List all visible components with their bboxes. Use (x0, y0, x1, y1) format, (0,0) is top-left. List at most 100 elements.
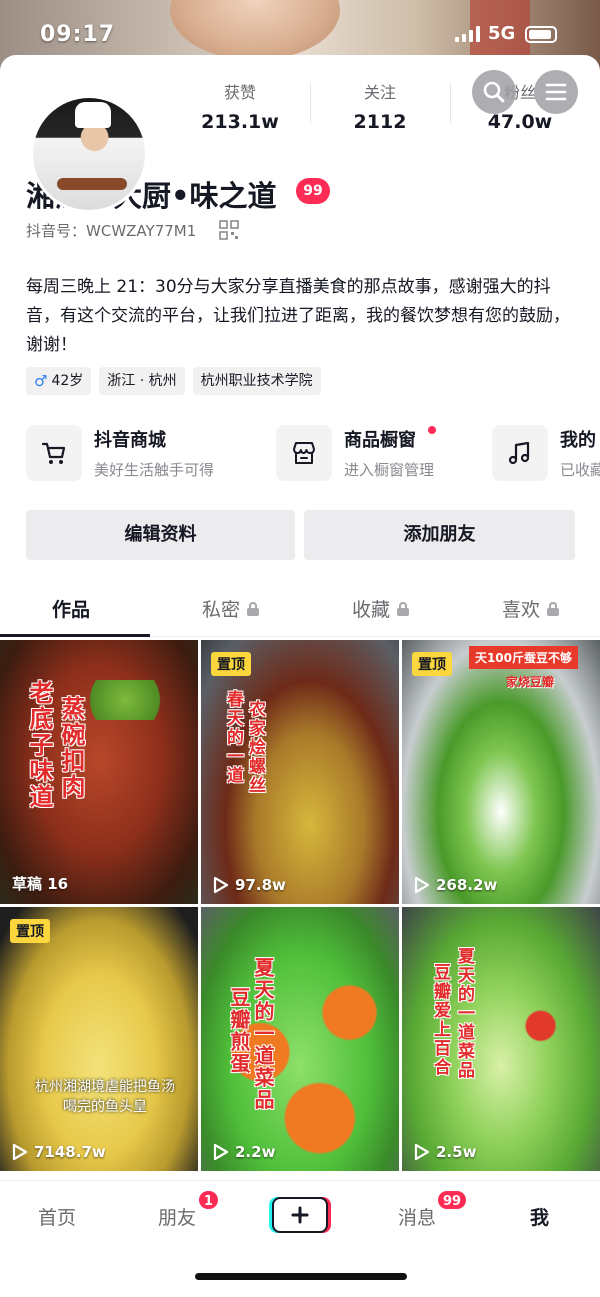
pinned-badge: 置顶 (10, 919, 50, 943)
tab-private[interactable]: 私密 (202, 595, 260, 622)
service-icon-box (492, 425, 548, 481)
view-count-value: 2.2w (235, 1143, 276, 1161)
stat-following[interactable]: 关注 2112 (310, 75, 450, 135)
nav-messages[interactable]: 消息 (398, 1203, 436, 1230)
view-count-value: 97.8w (235, 876, 286, 894)
video-overlay-text: 农家烩螺丝 (245, 700, 265, 795)
video-banner: 天100斤蚕豆不够 (468, 646, 578, 669)
service-text: 我的 已收藏 (560, 426, 600, 480)
stat-value: 2112 (353, 111, 407, 133)
service-subtitle: 已收藏 (560, 461, 600, 479)
pinned-badge: 置顶 (412, 652, 452, 676)
tab-label: 收藏 (352, 599, 391, 621)
view-count-value: 7148.7w (34, 1143, 106, 1161)
video-tile[interactable]: 夏天的一道菜品 豆瓣煎蛋 2.2w (201, 907, 399, 1171)
tab-label: 私密 (202, 599, 241, 621)
douyin-id-label: 抖音号： (26, 222, 87, 240)
service-text: 抖音商城 美好生活触手可得 (94, 426, 214, 480)
video-overlay-text: 夏天的一道菜品 (454, 947, 474, 1080)
stat-value: 213.1w (201, 111, 279, 133)
signal-icon (455, 26, 481, 42)
pinned-badge: 置顶 (211, 652, 251, 676)
avatar-image (33, 98, 145, 210)
service-text: 商品橱窗 进入橱窗管理 (344, 426, 436, 480)
add-friend-button[interactable]: 添加朋友 (304, 510, 575, 560)
battery-icon (525, 26, 557, 43)
video-tile[interactable]: 置顶 春天的一道 农家烩螺丝 97.8w (201, 640, 399, 904)
service-title: 商品橱窗 (344, 430, 416, 451)
plus-icon (291, 1206, 309, 1224)
music-icon (508, 441, 530, 465)
qr-code-icon[interactable] (219, 220, 239, 240)
tab-indicator (0, 634, 150, 637)
male-icon: ♂ (34, 372, 48, 390)
profile-card: 获赞 213.1w 关注 2112 粉丝 47.0w 湘湖王大厨•味之道 99 … (0, 55, 600, 1297)
status-time: 09:17 (40, 22, 116, 47)
create-button[interactable] (272, 1197, 328, 1233)
draft-label: 草稿 16 (12, 875, 69, 893)
status-bar: 09:17 5G (0, 18, 600, 54)
profile-stats: 获赞 213.1w 关注 2112 粉丝 47.0w (170, 75, 590, 135)
tab-works[interactable]: 作品 (52, 595, 90, 622)
edit-profile-button[interactable]: 编辑资料 (26, 510, 295, 560)
douyin-id-value: WCWZAY77M1 (86, 222, 197, 240)
nav-me[interactable]: 我 (530, 1203, 549, 1230)
nav-home[interactable]: 首页 (38, 1203, 76, 1230)
service-icon-box (26, 425, 82, 481)
video-overlay-text: 豆瓣爱上百合 (430, 963, 450, 1077)
video-tile[interactable]: 置顶 天100斤蚕豆不够 家烧豆瓣 268.2w (402, 640, 600, 904)
service-showcase[interactable]: 商品橱窗 进入橱窗管理 (276, 423, 436, 483)
new-dot (428, 426, 436, 434)
video-banner-sub: 家烧豆瓣 (505, 675, 554, 689)
stat-likes[interactable]: 获赞 213.1w (170, 75, 310, 135)
network-type: 5G (488, 23, 516, 44)
cart-icon (41, 442, 66, 464)
lock-icon (397, 601, 410, 616)
play-icon (213, 876, 229, 894)
video-overlay-text: 豆瓣煎蛋 (227, 987, 251, 1075)
shop-icon (293, 442, 315, 464)
avatar[interactable] (30, 95, 148, 213)
green-onion (80, 680, 170, 720)
service-subtitle: 美好生活触手可得 (94, 461, 215, 479)
search-button[interactable] (472, 70, 516, 114)
service-music[interactable]: 我的 已收藏 (492, 423, 600, 483)
level-badge[interactable]: 99 (296, 178, 330, 204)
tab-favorites[interactable]: 收藏 (352, 595, 410, 622)
menu-button[interactable] (534, 70, 578, 114)
menu-icon (545, 83, 567, 101)
video-tile[interactable]: 夏天的一道菜品 豆瓣爱上百合 2.5w (402, 907, 600, 1171)
view-count: 2.5w (414, 1143, 476, 1161)
play-icon (414, 876, 430, 894)
stat-label: 关注 (363, 83, 396, 102)
friends-badge: 1 (197, 1189, 221, 1211)
profile-tags: ♂ 42岁 浙江 · 杭州 杭州职业技术学院 (26, 367, 321, 395)
tab-label: 喜欢 (502, 599, 541, 621)
nav-friends[interactable]: 朋友 (158, 1203, 196, 1230)
tab-likes[interactable]: 喜欢 (502, 595, 560, 622)
video-caption: 杭州湘湖境虐能把鱼汤喝完的鱼头皇 (35, 1079, 175, 1115)
tab-label: 作品 (52, 599, 91, 621)
douyin-id[interactable]: 抖音号：WCWZAY77M1 (26, 220, 196, 241)
view-count: 2.2w (213, 1143, 275, 1161)
service-mall[interactable]: 抖音商城 美好生活触手可得 (26, 423, 214, 483)
video-overlay-text: 老底子味道 (25, 680, 53, 810)
service-title: 我的 (560, 430, 596, 451)
stat-label: 获赞 (223, 83, 256, 102)
view-count: 7148.7w (12, 1143, 106, 1161)
video-tile[interactable]: 置顶 杭州湘湖境虐能把鱼汤喝完的鱼头皇 7148.7w (0, 907, 198, 1171)
video-tile[interactable]: 老底子味道 蒸碗扣肉 草稿 16 (0, 640, 198, 904)
school-tag: 杭州职业技术学院 (192, 367, 321, 395)
video-overlay-text: 蒸碗扣肉 (57, 696, 85, 800)
home-indicator (195, 1273, 407, 1280)
lock-icon (547, 601, 560, 616)
chef-hat (75, 102, 111, 128)
play-icon (12, 1143, 28, 1161)
age-tag: ♂ 42岁 (26, 367, 92, 395)
search-icon (483, 81, 505, 103)
messages-badge: 99 (436, 1189, 469, 1211)
lock-icon (247, 601, 260, 616)
view-count: 97.8w (213, 876, 286, 894)
play-icon (213, 1143, 229, 1161)
service-subtitle: 进入橱窗管理 (344, 461, 435, 479)
